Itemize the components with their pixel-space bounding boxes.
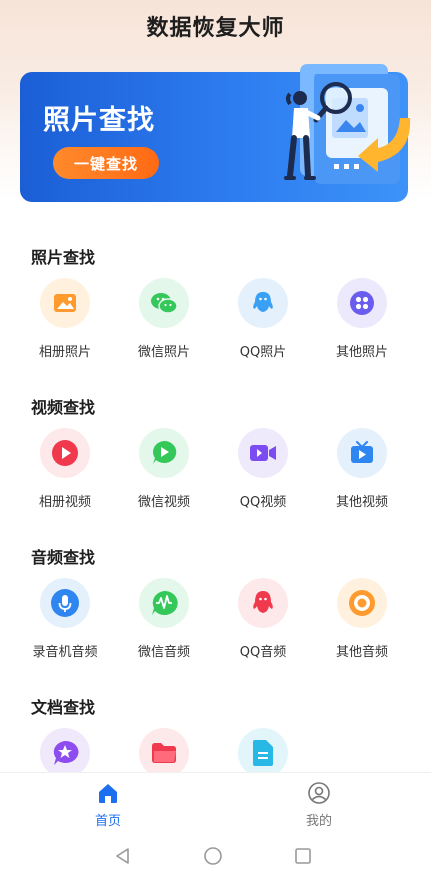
album-videos-item[interactable]: 相册视频 — [15, 428, 115, 518]
banner-title: 照片查找 — [43, 105, 155, 136]
search-illustration-icon — [284, 64, 411, 184]
app-root: 数据恢复大师 照片查找 一键查找 照片查找 视频查找 音频查找 文档查找 相册照… — [0, 0, 431, 874]
wechat-photos-item[interactable]: 微信照片 — [114, 278, 214, 368]
section-title-audio: 音频查找 — [31, 548, 96, 567]
section-title-video: 视频查找 — [31, 398, 96, 417]
tab-mine[interactable]: 我的 — [279, 781, 359, 831]
recorder-audio-item[interactable]: 录音机音频 — [15, 578, 115, 668]
record-icon — [337, 578, 387, 628]
other-videos-item[interactable]: 其他视频 — [312, 428, 412, 518]
video-camera-icon — [238, 428, 288, 478]
item-label: 其他音频 — [335, 645, 388, 660]
other-photos-item[interactable]: 其他照片 — [312, 278, 412, 368]
item-label: 录音机音频 — [32, 645, 98, 660]
tab-mine-label: 我的 — [305, 814, 332, 829]
wechat-videos-item[interactable]: 微信视频 — [114, 428, 214, 518]
qq-audio-icon — [238, 578, 288, 628]
user-icon — [308, 782, 330, 804]
audio-grid: 录音机音频 微信音频 QQ音频 其他音频 — [0, 578, 431, 668]
wechat-video-icon — [139, 428, 189, 478]
item-label: 微信视频 — [137, 495, 190, 510]
app-title: 数据恢复大师 — [146, 16, 285, 41]
back-triangle-icon[interactable] — [113, 846, 133, 866]
section-title-document: 文档查找 — [31, 698, 96, 717]
home-icon — [99, 784, 117, 803]
system-nav-bar — [0, 834, 431, 874]
album-photos-item[interactable]: 相册照片 — [15, 278, 115, 368]
item-label: 其他视频 — [335, 495, 388, 510]
item-label: 微信音频 — [137, 645, 190, 660]
document-icon — [238, 728, 288, 778]
item-label: 相册照片 — [38, 345, 91, 360]
one-click-search-button[interactable]: 一键查找 — [53, 147, 159, 179]
qq-audio-item[interactable]: QQ音频 — [213, 578, 313, 668]
item-label: QQ音频 — [239, 645, 287, 660]
qq-photos-item[interactable]: QQ照片 — [213, 278, 313, 368]
home-circle-icon[interactable] — [203, 846, 223, 866]
item-label: 相册视频 — [38, 495, 91, 510]
microphone-icon — [40, 578, 90, 628]
play-circle-icon — [40, 428, 90, 478]
item-label: QQ照片 — [239, 345, 287, 360]
four-dots-icon — [337, 278, 387, 328]
qq-icon — [238, 278, 288, 328]
wechat-audio-item[interactable]: 微信音频 — [114, 578, 214, 668]
video-grid: 相册视频 微信视频 QQ视频 其他视频 — [0, 428, 431, 518]
item-label: QQ视频 — [239, 495, 287, 510]
item-label: 其他照片 — [335, 345, 388, 360]
photo-grid: 相册照片 微信照片 QQ照片 其他照片 — [0, 278, 431, 368]
recents-square-icon[interactable] — [293, 846, 313, 866]
folder-icon — [139, 728, 189, 778]
tab-home[interactable]: 首页 — [68, 781, 148, 831]
qq-videos-item[interactable]: QQ视频 — [213, 428, 313, 518]
waveform-icon — [139, 578, 189, 628]
photo-album-icon — [40, 278, 90, 328]
other-audio-item[interactable]: 其他音频 — [312, 578, 412, 668]
star-chat-icon — [40, 728, 90, 778]
tv-icon — [337, 428, 387, 478]
tab-home-label: 首页 — [94, 814, 121, 829]
bottom-tab-bar: 首页 我的 — [0, 772, 431, 834]
section-title-photo: 照片查找 — [31, 248, 96, 267]
photo-search-banner[interactable]: 照片查找 一键查找 — [20, 64, 411, 202]
wechat-icon — [139, 278, 189, 328]
item-label: 微信照片 — [137, 345, 190, 360]
